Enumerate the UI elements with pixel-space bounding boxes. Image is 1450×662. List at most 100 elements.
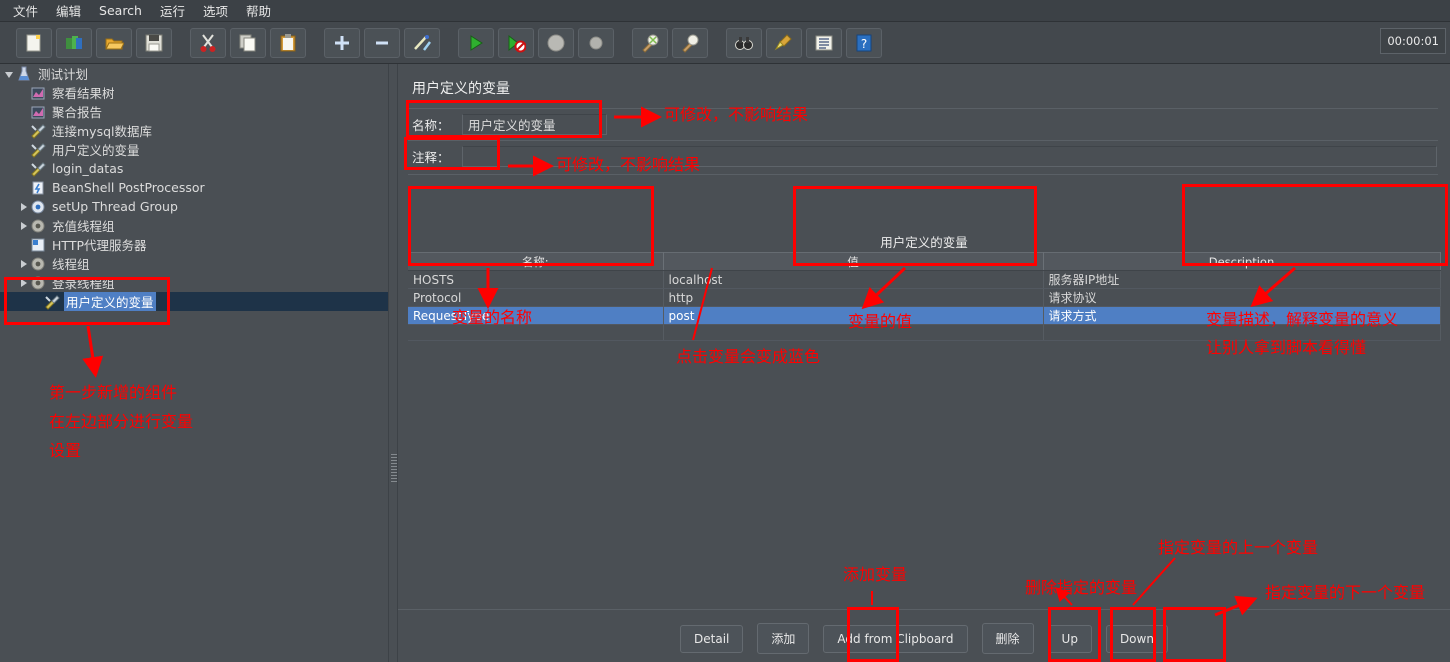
variables-table[interactable]: 名称: 值 Description HOSTS localhost 服务器IP地址 P… <box>408 252 1441 341</box>
tree-twisty-icon[interactable] <box>4 68 16 80</box>
tree-item-12[interactable]: 用户定义的变量 <box>0 292 388 311</box>
menu-help[interactable]: 帮助 <box>237 0 280 22</box>
tree-twisty-icon[interactable] <box>18 87 30 99</box>
tree-item-7[interactable]: setUp Thread Group <box>0 197 388 216</box>
paste-icon[interactable] <box>270 27 306 58</box>
tree-item-11[interactable]: 登录线程组 <box>0 273 388 292</box>
tree-item-5[interactable]: login_datas <box>0 159 388 178</box>
tree-item-10[interactable]: 线程组 <box>0 254 388 273</box>
cell-value[interactable]: localhost <box>663 270 1044 289</box>
tree-twisty-icon[interactable] <box>32 296 44 308</box>
collapse-all-icon[interactable] <box>364 27 400 58</box>
clear-all-icon[interactable] <box>672 27 708 58</box>
comment-input[interactable] <box>462 145 1437 167</box>
down-button[interactable]: Down <box>1105 624 1168 653</box>
column-header-name[interactable]: 名称: <box>408 252 664 271</box>
search-icon[interactable] <box>726 27 762 58</box>
detail-button[interactable]: Detail <box>680 624 744 653</box>
wand-icon-glyph <box>414 34 431 51</box>
panel-splitter[interactable] <box>388 64 398 662</box>
menu-edit[interactable]: 编辑 <box>47 0 90 22</box>
cell-value[interactable]: http <box>663 288 1044 307</box>
tree-item-1[interactable]: 察看结果树 <box>0 83 388 102</box>
binoculars-icon-glyph <box>735 36 753 50</box>
tree-item-2[interactable]: 聚合报告 <box>0 102 388 121</box>
open-icon[interactable] <box>96 27 132 58</box>
cell-description[interactable]: 请求方式 <box>1043 306 1441 325</box>
delete-button[interactable]: 删除 <box>981 623 1034 654</box>
tree-item-0[interactable]: 测试计划 <box>0 64 388 83</box>
add-from-clipboard-button[interactable]: Add from Clipboard <box>823 624 968 653</box>
tree-item-8[interactable]: 充值线程组 <box>0 216 388 235</box>
table-row[interactable]: HOSTS localhost 服务器IP地址 <box>408 270 1441 289</box>
tree-twisty-icon[interactable] <box>18 277 30 289</box>
tree-item-label: HTTP代理服务器 <box>52 238 147 253</box>
play-no-pause-icon-glyph <box>508 34 526 52</box>
start-icon[interactable] <box>458 27 494 58</box>
tree-twisty-icon[interactable] <box>18 182 30 194</box>
tree-item-3[interactable]: 连接mysql数据库 <box>0 121 388 140</box>
tree-node-testplan-icon <box>16 66 32 82</box>
new-icon-glyph <box>26 34 41 51</box>
cell-description[interactable]: 请求协议 <box>1043 288 1441 307</box>
copy-icon[interactable] <box>230 27 266 58</box>
tree-twisty-icon[interactable] <box>18 258 30 270</box>
cut-icon[interactable] <box>190 27 226 58</box>
tree-twisty-icon[interactable] <box>18 220 30 232</box>
name-label: 名称： <box>412 117 450 133</box>
clear-all-icon-glyph <box>682 34 699 53</box>
broom-icon-glyph <box>774 33 792 50</box>
tree-twisty-icon[interactable] <box>18 144 30 156</box>
cell-description[interactable]: 服务器IP地址 <box>1043 270 1441 289</box>
function-helper-icon[interactable] <box>806 27 842 58</box>
tree-item-4[interactable]: 用户定义的变量 <box>0 140 388 159</box>
tree-twisty-icon[interactable] <box>18 106 30 118</box>
divider-top <box>408 108 1438 109</box>
toggle-icon[interactable] <box>404 27 440 58</box>
column-header-value[interactable]: 值 <box>663 252 1044 271</box>
up-button[interactable]: Up <box>1047 624 1092 653</box>
stop-icon-glyph <box>547 34 565 51</box>
shutdown-icon[interactable] <box>578 27 614 58</box>
menu-options[interactable]: 选项 <box>194 0 237 22</box>
name-input[interactable] <box>462 113 607 135</box>
menu-run[interactable]: 运行 <box>151 0 194 22</box>
new-icon[interactable] <box>16 27 52 58</box>
reset-search-icon[interactable] <box>766 27 802 58</box>
tree-twisty-icon[interactable] <box>18 239 30 251</box>
tree-node-listener-icon <box>30 104 46 120</box>
table-row[interactable]: Protocol http 请求协议 <box>408 288 1441 307</box>
tree-node-proxy-icon <box>30 237 46 253</box>
tree-twisty-icon[interactable] <box>18 125 30 137</box>
button-bar: Detail 添加 Add from Clipboard 删除 Up Down <box>398 623 1450 654</box>
table-row[interactable]: RequestType post 请求方式 <box>408 306 1441 325</box>
tree-node-config-icon <box>30 161 46 177</box>
cell-name[interactable]: Protocol <box>408 288 664 307</box>
templates-icon[interactable] <box>56 27 92 58</box>
expand-all-icon[interactable] <box>324 27 360 58</box>
clear-icon[interactable] <box>632 27 668 58</box>
splitter-grip[interactable] <box>391 454 397 484</box>
tree-node-listener-icon <box>30 85 46 101</box>
tree-twisty-icon[interactable] <box>18 201 30 213</box>
save-icon[interactable] <box>136 27 172 58</box>
tree-item-label: 聚合报告 <box>52 105 103 120</box>
tree-item-label: 测试计划 <box>38 67 89 82</box>
cell-name[interactable]: RequestType <box>408 306 664 325</box>
tree-item-label: 察看结果树 <box>52 86 115 101</box>
test-plan-tree[interactable]: 测试计划 察看结果树 聚合报告 连接mysql数据库 用户定义的变量 login_data… <box>0 64 388 662</box>
stop-icon[interactable] <box>538 27 574 58</box>
open-icon-glyph <box>105 38 124 49</box>
start-no-pauses-icon[interactable] <box>498 27 534 58</box>
paste-icon-glyph <box>280 33 296 51</box>
tree-item-6[interactable]: BeanShell PostProcessor <box>0 178 388 197</box>
menu-search[interactable]: Search <box>90 1 151 20</box>
cell-value[interactable]: post <box>663 306 1044 325</box>
help-icon[interactable]: ? <box>846 27 882 58</box>
column-header-description[interactable]: Description <box>1043 252 1441 271</box>
tree-twisty-icon[interactable] <box>18 163 30 175</box>
add-button[interactable]: 添加 <box>757 623 810 654</box>
tree-item-9[interactable]: HTTP代理服务器 <box>0 235 388 254</box>
cell-name[interactable]: HOSTS <box>408 270 664 289</box>
menu-file[interactable]: 文件 <box>4 0 47 22</box>
